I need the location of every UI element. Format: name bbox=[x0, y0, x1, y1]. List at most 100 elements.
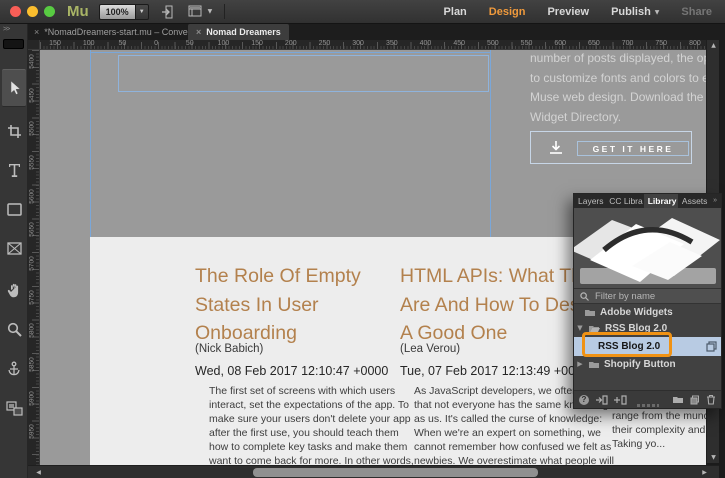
toolbar-expand-icon[interactable]: >> bbox=[3, 26, 10, 33]
article-author[interactable]: (Nick Babich) bbox=[195, 343, 263, 355]
panel-tab-cc-libraries[interactable]: CC Libra bbox=[605, 194, 644, 208]
tool-rectangle-frame[interactable] bbox=[2, 236, 26, 260]
ruler-label: 600 bbox=[554, 40, 567, 47]
help-icon[interactable]: ? bbox=[579, 394, 589, 405]
article-body[interactable]: range from the mundanetheir complexity a… bbox=[612, 409, 706, 451]
ruler-label: 5550 bbox=[28, 155, 36, 170]
tree-item-rss-blog-selected[interactable]: RSS Blog 2.0 bbox=[574, 337, 721, 356]
tree-item-label: Shopify Button bbox=[604, 358, 676, 370]
panel-resize-grip[interactable] bbox=[637, 404, 659, 407]
article-date[interactable]: Wed, 08 Feb 2017 12:10:47 +0000 bbox=[195, 364, 388, 378]
ruler-label: 700 bbox=[621, 40, 634, 47]
tab-nomaddreamers-start[interactable]: × *NomadDreamers-start.mu – Converted bbox=[26, 24, 211, 40]
muse-logo: Mu bbox=[67, 3, 89, 20]
folder-icon bbox=[585, 309, 595, 316]
ruler-label: 500 bbox=[486, 40, 499, 47]
new-folder-icon[interactable] bbox=[672, 395, 684, 404]
horizontal-scroll-thumb[interactable] bbox=[253, 468, 538, 477]
tree-item-label: RSS Blog 2.0 bbox=[605, 322, 668, 334]
ruler-label: 5400 bbox=[28, 54, 36, 69]
scroll-left-arrow[interactable]: ◀ bbox=[32, 466, 45, 478]
minimize-window-button[interactable] bbox=[27, 6, 38, 17]
get-it-here-button[interactable]: GET IT HERE bbox=[530, 131, 692, 164]
tool-zoom[interactable] bbox=[2, 317, 26, 341]
ruler-label: 100 bbox=[82, 40, 95, 47]
scroll-down-arrow[interactable]: ▼ bbox=[707, 452, 720, 463]
document-tabbar: × *NomadDreamers-start.mu – Converted × … bbox=[0, 24, 725, 40]
horizontal-scrollbar[interactable]: ◀ ▶ bbox=[28, 465, 719, 478]
close-window-button[interactable] bbox=[10, 6, 21, 17]
ruler-label: 250 bbox=[318, 40, 331, 47]
tree-item-adobe-widgets[interactable]: Adobe Widgets bbox=[574, 304, 721, 320]
tool-rectangle[interactable] bbox=[2, 197, 26, 221]
mode-menu: Plan Design Preview Publish ▼ Share bbox=[444, 0, 712, 24]
fill-swatch[interactable] bbox=[3, 39, 24, 49]
menu-share: Share bbox=[681, 6, 712, 18]
delete-item-icon[interactable] bbox=[706, 394, 716, 405]
tool-widget-states[interactable] bbox=[2, 396, 26, 420]
horizontal-ruler: 150 100 50 0 50 100 150 200 250 300 350 400 450 500 55… bbox=[40, 40, 706, 50]
scroll-right-arrow[interactable]: ▶ bbox=[698, 466, 711, 478]
tool-hand[interactable] bbox=[2, 278, 26, 302]
panel-tab-library[interactable]: Library bbox=[643, 194, 678, 208]
panel-tab-layers[interactable]: Layers bbox=[574, 194, 605, 208]
ruler-label: 5450 bbox=[28, 87, 36, 103]
selection-arrow-icon bbox=[10, 80, 21, 95]
tool-anchor[interactable] bbox=[2, 356, 26, 380]
panel-overflow-icon[interactable]: » bbox=[709, 194, 721, 208]
tool-selection[interactable] bbox=[2, 69, 26, 107]
get-it-here-label: GET IT HERE bbox=[577, 141, 689, 156]
article-body[interactable]: The first set of screens with which user… bbox=[195, 384, 414, 465]
tools-panel: >> bbox=[0, 24, 28, 478]
toolbar-separator bbox=[224, 4, 226, 19]
selected-widget-frame[interactable] bbox=[118, 55, 489, 92]
ruler-label: 100 bbox=[217, 40, 230, 47]
disclosure-open-icon[interactable]: ▼ bbox=[576, 324, 584, 332]
new-library-item-icon[interactable] bbox=[690, 395, 700, 405]
menu-design[interactable]: Design bbox=[489, 6, 526, 18]
ruler-label: 650 bbox=[588, 40, 600, 47]
menu-preview[interactable]: Preview bbox=[547, 6, 589, 18]
tree-item-shopify-button[interactable]: ▶ Shopify Button bbox=[574, 356, 721, 372]
zoom-level-field[interactable]: 100% bbox=[98, 3, 136, 20]
window-controls bbox=[10, 6, 55, 17]
download-icon bbox=[547, 140, 565, 161]
disclosure-closed-icon[interactable]: ▶ bbox=[576, 360, 584, 368]
folder-open-icon bbox=[589, 325, 600, 332]
tab-nomad-dreamers[interactable]: × Nomad Dreamers bbox=[188, 24, 289, 40]
library-panel: Layers CC Libra Library Assets » Filter … bbox=[573, 193, 722, 409]
article-author[interactable]: (Lea Verou) bbox=[400, 343, 460, 355]
page-properties-icon[interactable] bbox=[161, 5, 176, 19]
tool-text[interactable] bbox=[2, 158, 26, 182]
panel-tab-assets[interactable]: Assets bbox=[678, 194, 709, 208]
ruler-label: 350 bbox=[385, 40, 398, 47]
tab-close-icon[interactable]: × bbox=[34, 27, 39, 37]
ruler-label: 400 bbox=[419, 40, 432, 47]
hero-excerpt-text[interactable]: number of posts displayed, the option to… bbox=[530, 50, 706, 127]
zoom-window-button[interactable] bbox=[44, 6, 55, 17]
view-options-icon[interactable]: ▼ bbox=[188, 5, 212, 18]
filter-input[interactable] bbox=[593, 289, 703, 303]
ruler-label: 5950 bbox=[28, 424, 36, 440]
selection-guide-left bbox=[90, 50, 91, 237]
tool-crop[interactable] bbox=[2, 119, 26, 143]
article-date[interactable]: Tue, 07 Feb 2017 12:13:49 +0000 bbox=[400, 364, 589, 378]
add-item-icon[interactable] bbox=[614, 394, 627, 405]
ruler-label: 50 bbox=[118, 40, 127, 47]
menu-publish[interactable]: Publish ▼ bbox=[611, 6, 659, 18]
tab-close-icon[interactable]: × bbox=[196, 27, 201, 37]
menu-plan[interactable]: Plan bbox=[444, 6, 467, 18]
zoom-level-dropdown-button[interactable]: ▼ bbox=[135, 3, 149, 20]
tree-item-rss-blog-folder[interactable]: ▼ RSS Blog 2.0 bbox=[574, 320, 721, 336]
scrollbar-corner bbox=[719, 465, 725, 478]
ruler-label: 550 bbox=[520, 40, 533, 47]
duplicate-item-icon[interactable] bbox=[706, 341, 717, 352]
article-title[interactable]: The Role Of Empty States In User Onboardin… bbox=[195, 262, 361, 348]
vertical-ruler: 5400 5450 5500 5550 5600 5650 5700 5750 5800 5850… bbox=[28, 50, 40, 465]
ruler-label: 5500 bbox=[28, 121, 36, 137]
muse-app-window: Mu 100% ▼ ▼ Plan Design Preview Publish ▼… bbox=[0, 0, 725, 478]
search-icon bbox=[580, 291, 589, 301]
place-item-icon[interactable] bbox=[595, 394, 608, 405]
filter-field[interactable] bbox=[574, 288, 721, 304]
scroll-up-arrow[interactable]: ▲ bbox=[707, 40, 720, 51]
